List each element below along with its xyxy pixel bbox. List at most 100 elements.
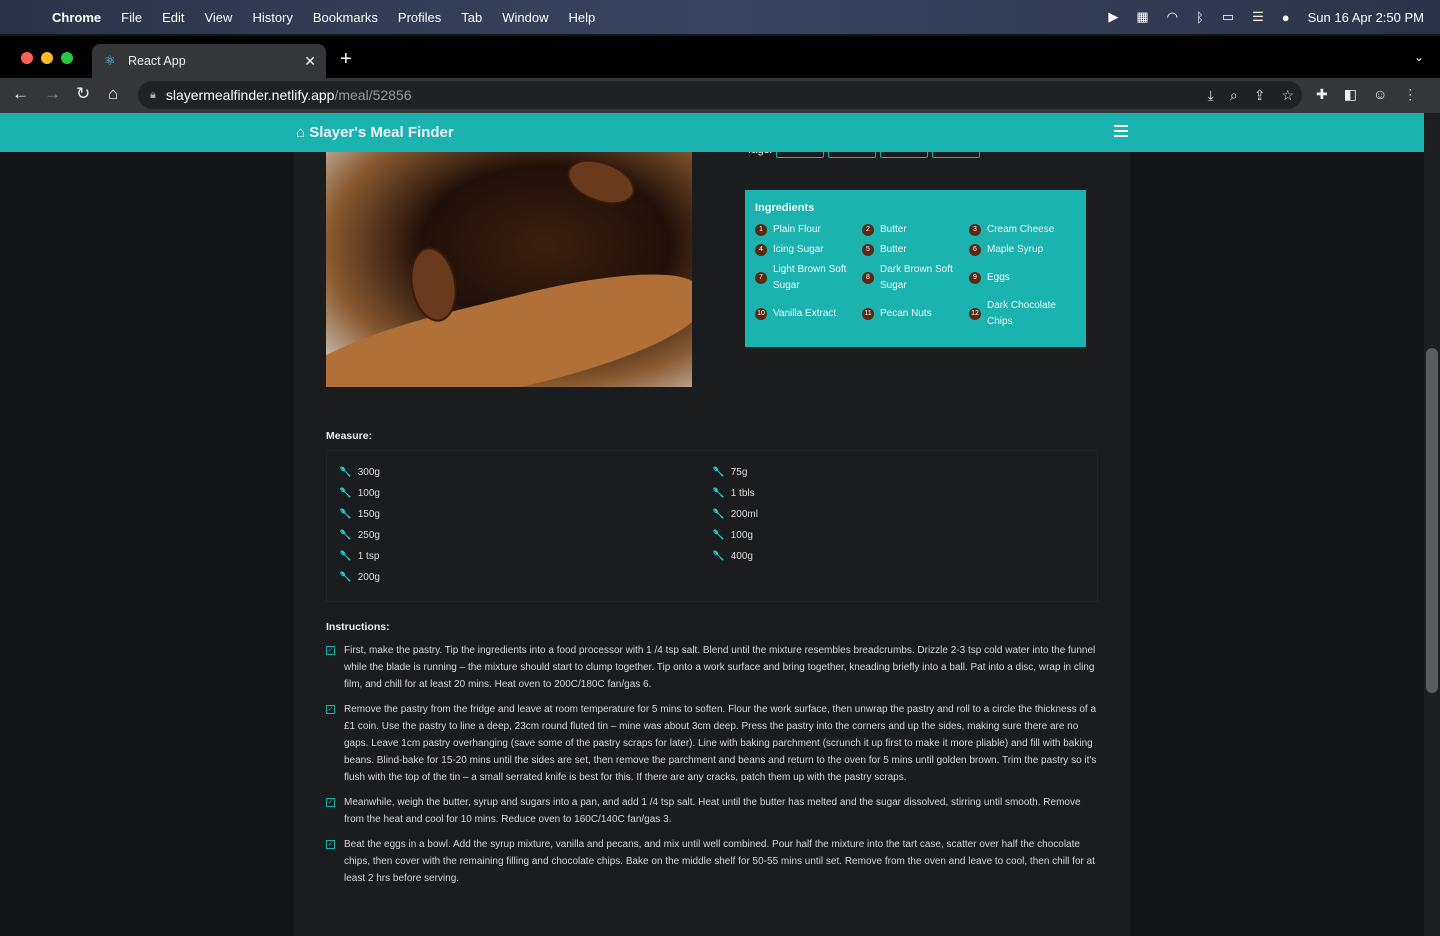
ingredients-panel: Ingredients 1 Plain Flour 2 Butter 3 Cream Ch… [745, 190, 1086, 347]
ingredient-name: Icing Sugar [773, 244, 824, 255]
ingredient-number: 1 [755, 224, 767, 236]
checkbox-icon: ✓ [326, 798, 335, 807]
measure-item: 🥄︎ 200ml [712, 506, 758, 522]
measure-item: 🥄︎ 250g [339, 527, 380, 543]
react-icon: ⚛ [104, 53, 116, 68]
measure-item: 🥄︎ 300g [339, 464, 380, 480]
ingredient-item: 7 Light Brown Soft Sugar [755, 262, 862, 294]
clock[interactable]: Sun 16 Apr 2:50 PM [1308, 10, 1424, 25]
meal-detail: Tags: Ingredients 1Plain Flour2Butter3Cr… [294, 144, 1130, 936]
measure-value: 400g [730, 550, 753, 562]
brand-title: Slayer's Meal Finder [309, 124, 454, 141]
app-header: ⌂ Slayer's Meal Finder [0, 113, 1424, 152]
zoom-icon[interactable]: ⌕ [1230, 87, 1238, 104]
menu-tab[interactable]: Tab [461, 10, 482, 25]
instruction-step: ✓ First, make the pastry. Tip the ingredi… [326, 642, 1102, 693]
spoon-icon: 🥄︎ [339, 487, 352, 499]
more-menu-icon[interactable]: ⋮ [1403, 86, 1417, 103]
ingredient-item: 1 Plain Flour [755, 222, 862, 238]
instruction-step: ✓ Remove the pastry from the fridge and l… [326, 701, 1102, 786]
home-icon: ⌂ [296, 124, 310, 141]
tab-react-app[interactable]: ⚛ React App ✕ [92, 44, 326, 78]
keyboard-icon[interactable]: ▦ [1136, 9, 1148, 25]
spoon-icon: 🥄︎ [339, 550, 352, 562]
ingredient-name: Maple Syrup [987, 244, 1044, 255]
ingredient-number: 3 [969, 224, 981, 236]
hamburger-menu-icon[interactable] [1114, 125, 1128, 140]
ingredient-item: 12 Dark Chocolate Chips [969, 298, 1076, 330]
scrollbar[interactable] [1424, 113, 1440, 936]
wifi-icon[interactable]: ◠ [1167, 9, 1178, 25]
measure-item: 🥄︎ 75g [712, 464, 758, 480]
measure-value: 1 tsp [357, 550, 380, 562]
spoon-icon: 🥄︎ [712, 550, 725, 562]
brand-link[interactable]: ⌂ Slayer's Meal Finder [296, 124, 454, 141]
checkbox-icon: ✓ [326, 705, 335, 714]
instructions-label: Instructions: [326, 621, 390, 633]
close-tab-icon[interactable]: ✕ [304, 53, 316, 70]
home-icon[interactable]: ⌂ [108, 84, 118, 104]
menu-bookmarks[interactable]: Bookmarks [313, 10, 378, 25]
ingredient-number: 2 [862, 224, 874, 236]
spoon-icon: 🥄︎ [712, 529, 725, 541]
scrollbar-thumb[interactable] [1426, 348, 1438, 693]
reload-icon[interactable]: ↻ [76, 84, 90, 104]
ingredient-item: 10 Vanilla Extract [755, 298, 862, 330]
menu-file[interactable]: File [121, 10, 142, 25]
install-icon[interactable]: ⤓ [1208, 87, 1214, 104]
back-icon[interactable]: ← [12, 84, 29, 104]
spoon-icon: 🥄︎ [339, 529, 352, 541]
ingredient-number: 7 [755, 272, 767, 284]
measure-value: 200g [357, 571, 380, 583]
menu-window[interactable]: Window [502, 10, 548, 25]
control-center-icon[interactable]: ☰ [1252, 9, 1264, 25]
battery-icon[interactable]: ▭ [1222, 9, 1234, 25]
ingredient-item: 9 Eggs [969, 262, 1076, 294]
lock-icon[interactable]: 🔒︎ [150, 89, 156, 102]
menu-profiles[interactable]: Profiles [398, 10, 441, 25]
ingredient-item: 4 Icing Sugar [755, 242, 862, 258]
ingredient-name: Butter [880, 224, 907, 235]
ingredient-name: Eggs [987, 272, 1010, 283]
measure-item: 🥄︎ 1 tbls [712, 485, 758, 501]
side-panel-icon[interactable]: ◧ [1344, 86, 1357, 103]
menu-app[interactable]: Chrome [52, 10, 101, 25]
menu-view[interactable]: View [204, 10, 232, 25]
forward-icon[interactable]: → [44, 84, 61, 104]
address-bar[interactable]: 🔒︎ slayermealfinder.netlify.app/meal/528… [138, 81, 1302, 109]
menu-history[interactable]: History [252, 10, 292, 25]
spoon-icon: 🥄︎ [712, 487, 725, 499]
measure-item: 🥄︎ 100g [712, 527, 758, 543]
ingredient-name: Butter [880, 244, 907, 255]
ingredient-item: 11 Pecan Nuts [862, 298, 969, 330]
spoon-icon: 🥄︎ [712, 466, 725, 478]
extensions-icon[interactable]: ✚ [1316, 86, 1328, 103]
ingredient-name: Cream Cheese [987, 224, 1055, 235]
ingredient-name: Dark Brown Soft Sugar [880, 264, 953, 291]
instruction-text: Beat the eggs in a bowl. Add the syrup m… [344, 839, 1095, 884]
bookmark-star-icon[interactable]: ☆ [1281, 87, 1294, 104]
ingredient-name: Pecan Nuts [880, 308, 932, 319]
checkbox-icon: ✓ [326, 646, 335, 655]
tab-search-chevron-icon[interactable]: ⌄ [1414, 50, 1424, 64]
profile-avatar[interactable]: ☺ [1373, 86, 1387, 103]
minimize-window-button[interactable] [41, 52, 53, 64]
spoon-icon: 🥄︎ [339, 571, 352, 583]
menu-edit[interactable]: Edit [162, 10, 184, 25]
measure-label: Measure: [326, 430, 373, 442]
menu-help[interactable]: Help [569, 10, 596, 25]
bluetooth-icon[interactable]: ᛒ [1196, 10, 1204, 25]
ingredient-number: 11 [862, 308, 874, 320]
spoon-icon: 🥄︎ [339, 466, 352, 478]
close-window-button[interactable] [21, 52, 33, 64]
share-icon[interactable]: ⇪ [1254, 87, 1266, 104]
measure-value: 100g [357, 487, 380, 499]
ingredient-name: Plain Flour [773, 224, 821, 235]
instruction-text: Meanwhile, weigh the butter, syrup and s… [344, 797, 1081, 825]
play-icon[interactable]: ▶ [1108, 9, 1118, 25]
new-tab-button[interactable]: + [340, 48, 352, 71]
zoom-window-button[interactable] [61, 52, 73, 64]
siri-icon[interactable]: ● [1282, 10, 1290, 25]
measure-list: 🥄︎ 300g 🥄︎ 100g 🥄︎ 150g 🥄︎ 250g 🥄︎ 1 tsp 🥄︎ 200g 🥄︎… [326, 450, 1098, 602]
ingredient-item: 3 Cream Cheese [969, 222, 1076, 238]
